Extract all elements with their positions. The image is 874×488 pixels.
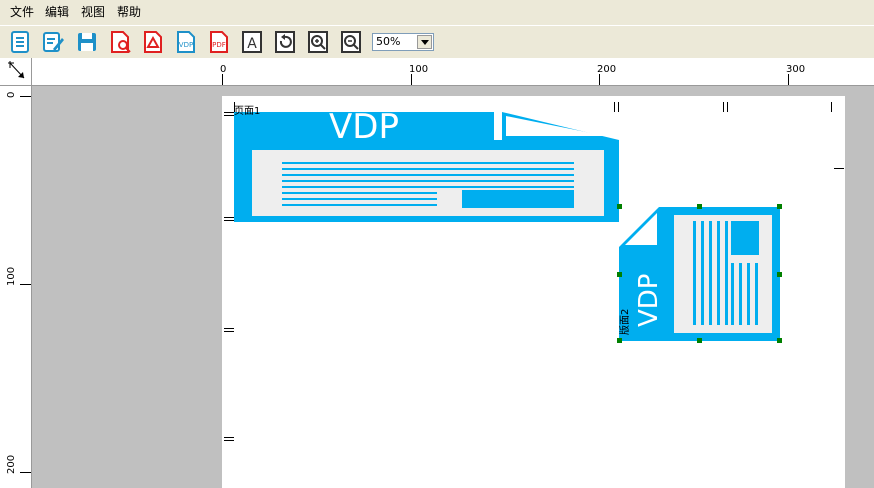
resize-handle[interactable] (697, 338, 702, 343)
menu-view[interactable]: 视图 (81, 5, 105, 19)
save-icon (78, 33, 96, 51)
resize-handle[interactable] (617, 338, 622, 343)
vdp-button[interactable]: VDP (174, 30, 198, 54)
resize-handle[interactable] (617, 272, 622, 277)
save-button[interactable] (75, 30, 99, 54)
v-ruler-label: 100 (6, 266, 17, 286)
resize-handle[interactable] (777, 338, 782, 343)
canvas-area[interactable]: VDP 页面1 VDP 版面2 (32, 86, 874, 488)
ruler-tick (411, 74, 412, 85)
margin-mark (224, 220, 234, 221)
zoom-in-icon (308, 31, 328, 53)
object-label: 版面2 (620, 308, 631, 335)
pdf-preview-icon (111, 31, 131, 53)
menu-file[interactable]: 文件 (10, 5, 34, 19)
menu-help[interactable]: 帮助 (117, 5, 141, 19)
v-ruler-label: 0 (6, 91, 17, 98)
ruler-tick (20, 472, 31, 473)
resize-handle[interactable] (777, 272, 782, 277)
h-ruler-label: 100 (409, 64, 429, 75)
edit-icon (43, 32, 64, 52)
vdp-vertical-icon: VDP (619, 207, 780, 341)
margin-mark (834, 168, 844, 169)
h-ruler-label: 0 (220, 64, 227, 75)
svg-text:A: A (247, 36, 257, 52)
document-page[interactable]: VDP 页面1 VDP 版面2 (222, 96, 845, 488)
vdp-icon: VDP (177, 31, 195, 53)
zoom-in-button[interactable] (306, 30, 330, 54)
object-label: 页面1 (234, 106, 261, 117)
text-tool-button[interactable]: A (240, 30, 264, 54)
zoom-out-icon (341, 31, 361, 53)
margin-mark (614, 102, 615, 112)
resize-handle[interactable] (697, 204, 702, 209)
svg-text:PDF: PDF (212, 41, 226, 49)
acrobat-button[interactable] (141, 30, 165, 54)
list-button[interactable] (8, 30, 32, 54)
pdf-icon: PDF (210, 31, 228, 53)
acrobat-icon (144, 31, 162, 53)
rotate-icon (275, 31, 295, 53)
chevron-down-icon[interactable] (417, 35, 432, 49)
menu-edit[interactable]: 编辑 (45, 5, 69, 19)
text-tool-icon: A (242, 31, 262, 53)
ruler-tick (20, 284, 31, 285)
margin-mark (224, 217, 234, 218)
margin-mark (224, 328, 234, 329)
list-icon (11, 31, 29, 53)
margin-mark (224, 437, 234, 438)
zoom-out-button[interactable] (339, 30, 363, 54)
margin-mark (224, 112, 234, 113)
ruler-tick (599, 74, 600, 85)
horizontal-ruler: 0 100 200 300 (32, 58, 874, 86)
h-ruler-label: 200 (597, 64, 617, 75)
svg-text:VDP: VDP (179, 41, 193, 49)
zoom-value: 50% (376, 35, 401, 48)
ruler-tick (20, 96, 31, 97)
resize-handle[interactable] (777, 204, 782, 209)
margin-mark (224, 331, 234, 332)
ruler-corner[interactable] (0, 58, 32, 86)
zoom-select[interactable]: 50% (372, 33, 434, 51)
margin-mark (727, 102, 728, 112)
v-ruler-label: 200 (6, 454, 17, 474)
ruler-tick (788, 74, 789, 85)
menu-bar: 文件 编辑 视图 帮助 (0, 0, 874, 25)
vertical-ruler: 0 100 200 (0, 86, 32, 488)
edit-button[interactable] (41, 30, 65, 54)
margin-mark (723, 102, 724, 112)
toolbar: VDP PDF A (0, 26, 874, 59)
vdp-horizontal-icon: VDP (234, 107, 619, 222)
ruler-tick (222, 74, 223, 85)
svg-text:VDP: VDP (329, 112, 399, 147)
margin-mark (224, 440, 234, 441)
margin-mark (618, 102, 619, 112)
h-ruler-label: 300 (786, 64, 806, 75)
svg-text:VDP: VDP (634, 274, 664, 328)
margin-mark (831, 102, 832, 112)
vdp-object-1[interactable]: VDP 页面1 (234, 106, 619, 222)
rotate-button[interactable] (273, 30, 297, 54)
arrow-diagonal-icon (8, 61, 25, 79)
pdf-preview-button[interactable] (108, 30, 132, 54)
margin-mark (224, 115, 234, 116)
resize-handle[interactable] (617, 204, 622, 209)
vdp-object-2[interactable]: VDP 版面2 (619, 207, 780, 341)
pdf-button[interactable]: PDF (207, 30, 231, 54)
